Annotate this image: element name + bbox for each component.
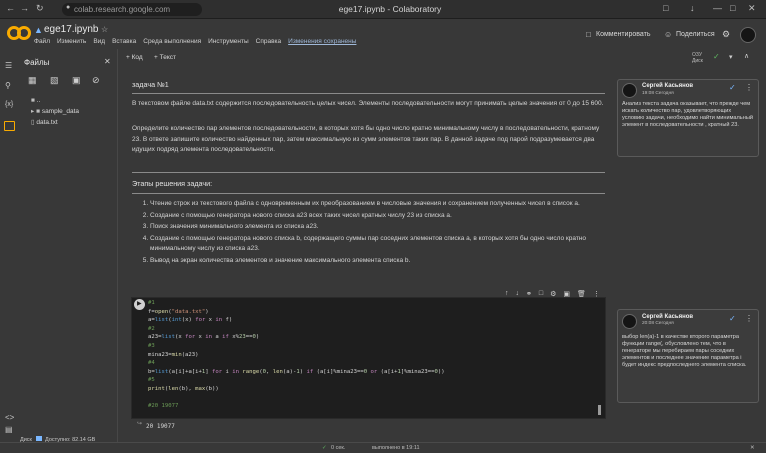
file-item-label: data.txt [36,119,58,126]
task-paragraph-1: В текстовом файле data.txt содержится по… [132,100,604,107]
user-avatar[interactable] [740,27,756,43]
bookmark-icon[interactable]: □ [663,3,668,13]
command-palette-icon[interactable]: ▤ [5,425,13,434]
connected-check-icon: ✓ [713,52,720,61]
comment-more-icon[interactable]: ⋮ [745,83,753,92]
runtime-dropdown-icon[interactable]: ▾ [729,53,733,61]
step-item: Создание с помощью генератора нового спи… [150,234,604,255]
steps-list: Чтение строк из текстового файла с однов… [132,199,604,267]
close-panel-icon[interactable]: ✕ [104,57,111,66]
comment-date: 20:08 Сегодня [642,321,674,326]
search-icon[interactable]: ⚲ [5,81,11,90]
cell-output: 20 19077 [146,423,175,430]
add-text-button[interactable]: + Текст [154,54,176,61]
disk-label: Диск [692,58,703,64]
upload-file-icon[interactable]: ▦ [28,75,37,86]
code-editor[interactable]: #1 f=open("data.txt") a=list(int(x) for … [148,299,445,411]
comment-button[interactable]: Комментировать [596,31,651,38]
download-icon[interactable]: ↓ [690,3,695,13]
expand-icon: ▸ [31,108,35,115]
comment-more-icon[interactable]: ⋮ [745,314,753,323]
code-snippets-icon[interactable]: <> [5,413,14,422]
drive-icon: ▲ [34,25,43,35]
menu-runtime[interactable]: Среда выполнения [143,38,201,45]
menu-help[interactable]: Справка [256,38,282,45]
forward-icon[interactable]: → [20,3,29,13]
notebook-filename[interactable]: ege17.ipynb [44,24,99,35]
new-folder-icon[interactable]: ▧ [50,75,59,86]
file-item-parent[interactable]: ■ .. [31,97,40,104]
close-window-icon[interactable]: ✕ [748,3,756,14]
folder-icon: ■ [36,108,41,115]
divider [132,172,605,173]
file-item-label: .. [36,97,41,104]
share-icon[interactable]: ☺ [664,30,672,39]
comment-date: 19:08 Сегодня [642,91,674,96]
files-panel-title: Файлы [24,58,50,67]
disk-bar [35,436,42,441]
add-code-button[interactable]: + Код [126,54,143,61]
menu-edit[interactable]: Изменить [57,38,86,45]
collapse-icon[interactable]: ∧ [744,52,749,60]
file-item-label: sample_data [41,108,80,115]
file-item-sample-data[interactable]: ▸ ■ sample_data [31,107,79,115]
step-item: Поиск значения минимального элемента из … [150,222,604,233]
task-title: задача №1 [132,80,169,89]
folder-icon: ■ [31,97,35,104]
code-scrollbar[interactable] [598,405,601,415]
reload-icon[interactable]: ↻ [36,3,44,14]
resolve-check-icon[interactable]: ✓ [729,83,736,92]
colab-logo-icon[interactable] [6,25,32,41]
status-check-icon: ✓ [322,445,327,451]
status-duration: 0 сек. [331,445,346,451]
url-text: colab.research.google.com [74,5,171,14]
toc-icon[interactable]: ☰ [5,61,12,70]
comment-avatar [622,314,637,329]
hide-files-icon[interactable]: ⊘ [92,75,100,86]
play-icon: ▶ [137,301,142,307]
divider [132,193,605,194]
mount-drive-icon[interactable]: ▣ [72,75,81,86]
share-button[interactable]: Поделиться [676,31,715,38]
menu-bar: Файл Изменить Вид Вставка Среда выполнен… [34,38,356,45]
step-item: Создание с помощью генератора нового спи… [150,211,604,222]
window-title: ege17.ipynb - Colaboratory [338,4,442,14]
task-paragraph-2: Определите количество пар элементов посл… [132,125,600,153]
menu-insert[interactable]: Вставка [112,38,136,45]
comment-author: Сергей Касьянов [642,83,694,89]
file-icon: ▯ [31,119,35,126]
comment-author: Сергей Касьянов [642,314,694,320]
comment-body: выбор len(a)-1 в качестве второго параме… [622,334,747,368]
status-completed: выполнено в 19:11 [372,445,420,451]
comment-body: Анализ текста задача оказывает, что преж… [622,101,753,128]
variables-icon[interactable]: {x} [5,101,13,108]
comment-avatar [622,83,637,98]
lock-icon: ● [66,4,71,11]
minimize-icon[interactable]: — [713,3,722,13]
address-bar[interactable]: colab.research.google.com [62,3,202,16]
file-item-data-txt[interactable]: ▯ data.txt [31,118,58,126]
menu-tools[interactable]: Инструменты [208,38,249,45]
menu-view[interactable]: Вид [93,38,105,45]
status-close-icon[interactable]: ✕ [750,445,755,451]
resolve-check-icon[interactable]: ✓ [729,314,736,323]
settings-gear-icon[interactable]: ⚙ [722,29,730,40]
star-icon[interactable]: ☆ [101,25,108,34]
saved-status[interactable]: Изменения сохранены [288,38,356,45]
step-item: Вывод на экран количества элементов и зн… [150,256,604,267]
menu-file[interactable]: Файл [34,38,50,45]
stages-title: Этапы решения задачи: [132,179,213,188]
comment-icon[interactable]: □ [586,30,591,39]
divider [132,93,605,94]
back-icon[interactable]: ← [6,3,15,13]
output-icon[interactable]: ↪ [137,420,142,427]
resources-indicator[interactable]: ОЗУ Диск [692,52,703,64]
step-item: Чтение строк из текстового файла с однов… [150,199,604,210]
files-folder-icon[interactable] [4,121,15,131]
maximize-icon[interactable]: □ [730,3,735,13]
